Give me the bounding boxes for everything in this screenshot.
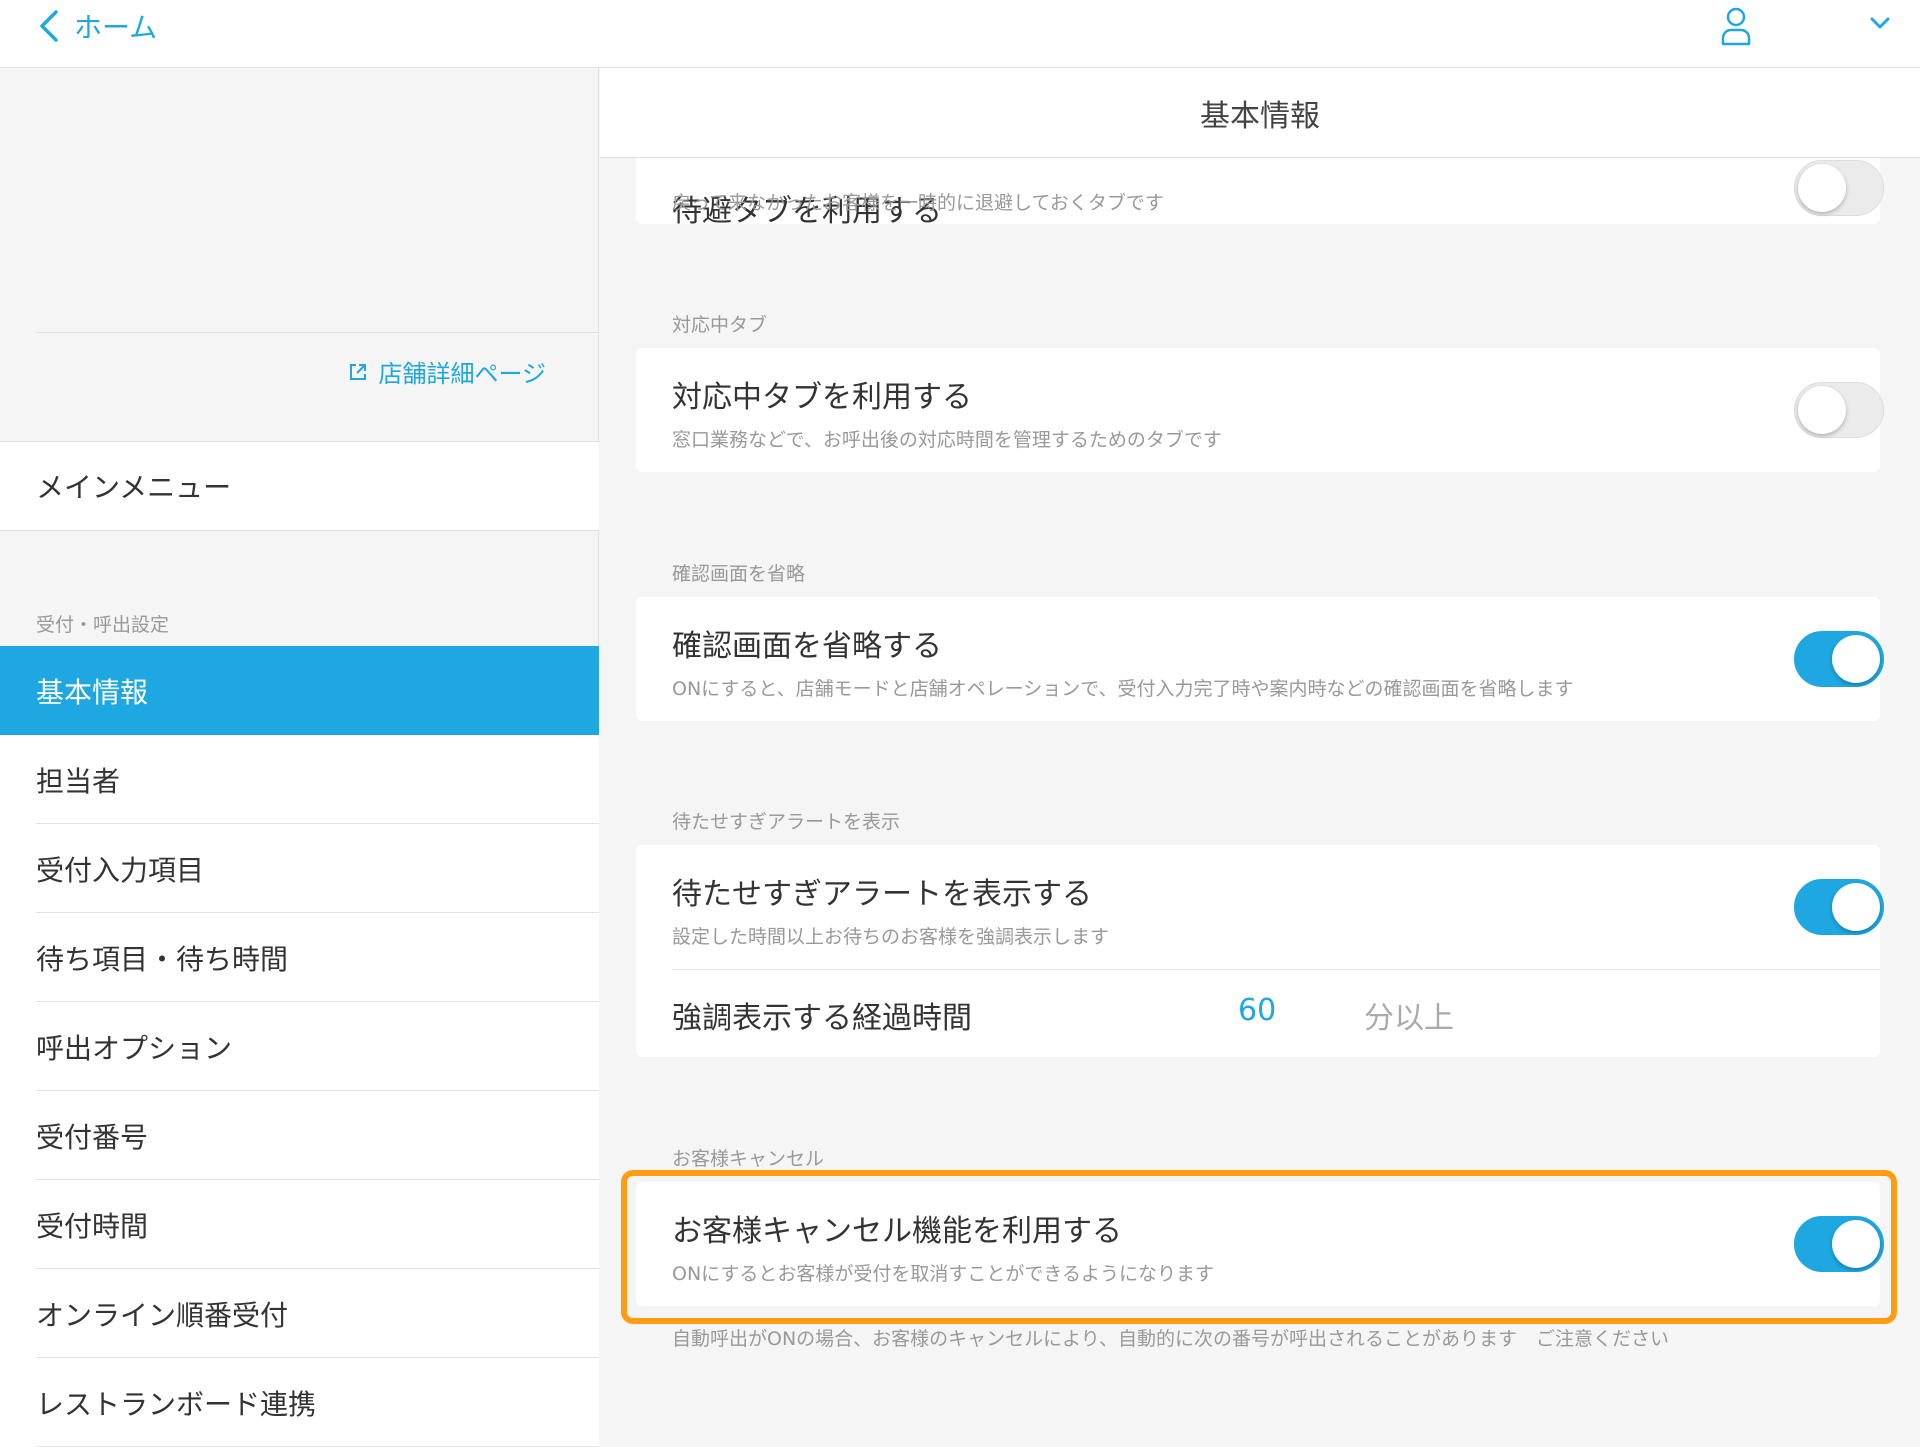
sidebar-item-label: オンライン順番受付 (36, 1298, 289, 1332)
setting-card-skip-confirm: 確認画面を省略する ONにすると、店舗モードと店舗オペレーションで、受付入力完了… (636, 597, 1884, 721)
elapsed-time-unit: 分以上 (1364, 1001, 1454, 1036)
toggle-knob (1832, 883, 1880, 931)
toggle-knob (1798, 164, 1846, 212)
toggle-knob (1832, 635, 1880, 683)
skip-confirm-toggle[interactable] (1794, 631, 1884, 687)
standby-tab-toggle[interactable] (1794, 160, 1884, 216)
toggle-knob (1832, 1220, 1880, 1268)
sidebar-item-reception-number[interactable]: 受付番号 (0, 1091, 599, 1180)
sidebar-item-label: 待ち項目・待ち時間 (36, 942, 289, 976)
sidebar-item-restaurant-board[interactable]: レストランボード連携 (0, 1358, 599, 1447)
setting-description: 設定した時間以上お待ちのお客様を強調表示します (672, 926, 1110, 948)
sidebar-item-label: レストランボード連携 (36, 1387, 317, 1421)
group-label: 待たせすぎアラートを表示 (672, 811, 901, 833)
sidebar-item-staff[interactable]: 担当者 (0, 735, 599, 824)
sidebar-item-reception-hours[interactable]: 受付時間 (0, 1180, 599, 1269)
sidebar-item-label: 基本情報 (36, 675, 149, 709)
group-label: 対応中タブ (672, 314, 768, 336)
divider (672, 969, 1880, 970)
sidebar-item-label: 受付番号 (36, 1120, 149, 1154)
section-label: 受付・呼出設定 (36, 614, 170, 636)
setting-title: 待たせすぎアラートを表示する (672, 877, 1092, 912)
setting-title: 確認画面を省略する (672, 629, 942, 664)
setting-description: ONにすると、店舗モードと店舗オペレーションで、受付入力完了時や案内時などの確認… (672, 678, 1574, 700)
elapsed-time-label: 強調表示する経過時間 (672, 1001, 972, 1036)
setting-card-in-progress-tab: 対応中タブを利用する 窓口業務などで、お呼出後の対応時間を管理するためのタブです (636, 348, 1884, 472)
sidebar-item-online-queue[interactable]: オンライン順番受付 (0, 1269, 599, 1358)
top-bar: ホーム (0, 0, 1920, 68)
sidebar: 店舗詳細ページ メインメニュー 受付・呼出設定 基本情報 担当者 受付入力項目 … (0, 68, 599, 1447)
sidebar-item-label: 受付入力項目 (36, 853, 205, 887)
sidebar-item-label: 担当者 (36, 764, 121, 798)
external-link-icon (350, 363, 367, 380)
sidebar-item-reception-fields[interactable]: 受付入力項目 (0, 824, 599, 913)
chevron-down-icon[interactable] (1868, 14, 1892, 32)
chevron-left-icon (40, 10, 58, 42)
setting-card-wait-alert: 待たせすぎアラートを表示する 設定した時間以上お待ちのお客様を強調表示します 強… (636, 845, 1884, 1057)
caution-note: 自動呼出がONの場合、お客様のキャンセルにより、自動的に次の番号が呼出されること… (672, 1328, 1670, 1350)
back-label: ホーム (74, 11, 158, 44)
divider (36, 332, 598, 333)
sidebar-item-wait-items[interactable]: 待ち項目・待ち時間 (0, 913, 599, 1002)
setting-title: 対応中タブを利用する (672, 380, 972, 415)
page-title: 基本情報 (600, 68, 1920, 158)
group-label: 確認画面を省略 (672, 563, 806, 585)
content-panel: 基本情報 待避タブを利用する 戻って来なかったお客様を一時的に退避しておくタブで… (600, 68, 1920, 1400)
setting-title: お客様キャンセル機能を利用する (672, 1214, 1122, 1249)
back-button[interactable]: ホーム (38, 4, 157, 48)
user-icon[interactable] (1720, 6, 1752, 46)
elapsed-time-value[interactable]: 60 (1238, 993, 1276, 1028)
main-menu-item[interactable]: メインメニュー (0, 441, 599, 531)
setting-description: 窓口業務などで、お呼出後の対応時間を管理するためのタブです (672, 429, 1222, 451)
setting-card-customer-cancel: お客様キャンセル機能を利用する ONにするとお客様が受付を取消すことができるよう… (636, 1182, 1884, 1306)
store-detail-label: 店舗詳細ページ (378, 360, 546, 388)
customer-cancel-toggle[interactable] (1794, 1216, 1884, 1272)
sidebar-item-basic-info[interactable]: 基本情報 (0, 646, 599, 735)
wait-alert-toggle[interactable] (1794, 879, 1884, 935)
sidebar-item-label: 呼出オプション (36, 1031, 233, 1065)
main-menu-label: メインメニュー (36, 471, 232, 504)
setting-description: ONにするとお客様が受付を取消すことができるようになります (672, 1263, 1214, 1285)
setting-description: 戻って来なかったお客様を一時的に退避しておくタブです (672, 192, 1164, 214)
settings-menu: 基本情報 担当者 受付入力項目 待ち項目・待ち時間 呼出オプション 受付番号 受… (0, 646, 599, 1447)
group-label: お客様キャンセル (672, 1148, 825, 1170)
sidebar-item-call-options[interactable]: 呼出オプション (0, 1002, 599, 1091)
in-progress-tab-toggle[interactable] (1794, 382, 1884, 438)
sidebar-item-label: 受付時間 (36, 1209, 149, 1243)
store-detail-link[interactable]: 店舗詳細ページ (348, 354, 546, 389)
toggle-knob (1798, 386, 1846, 434)
